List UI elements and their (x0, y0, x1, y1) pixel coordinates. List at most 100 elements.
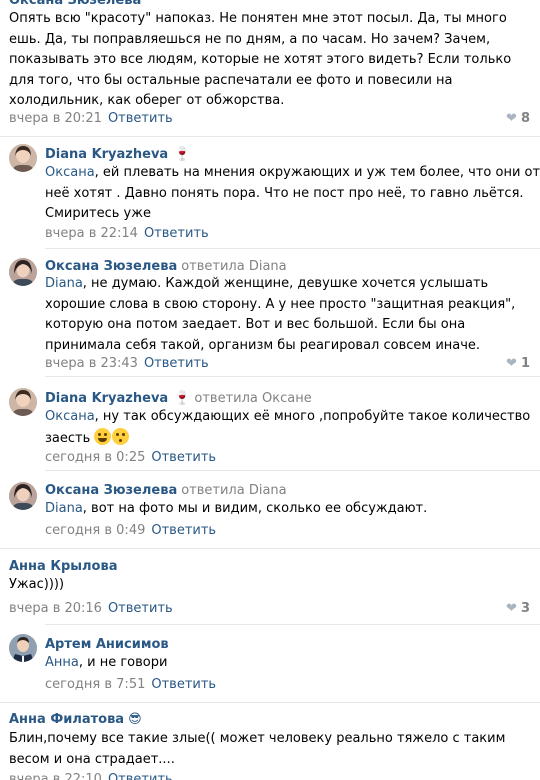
mention-link[interactable]: Оксана (45, 165, 95, 180)
separator (0, 702, 540, 703)
comment-author[interactable]: Diana Kryazheva 🍷 ответила Оксане (45, 391, 312, 406)
comment: Diana Kryazheva 🍷 ответила Оксане Оксана, … (0, 384, 540, 468)
like-button[interactable]: ❤ 8 (506, 111, 530, 126)
comment-line: заесть (45, 430, 91, 446)
separator (45, 248, 540, 249)
reply-button[interactable]: Ответить (151, 450, 216, 465)
comment: Оксана Зюзелева Опять всю "красоту" напо… (0, 0, 540, 130)
comment-line: неё хотят . Давно понять пора. Что не по… (45, 185, 524, 201)
comment-text: Diana, не думаю. Каждой женщине, девушке… (45, 274, 515, 356)
avatar[interactable] (9, 144, 37, 172)
comment-author[interactable]: Diana Kryazheva 🍷 (45, 147, 190, 162)
comment-meta: сегодня в 0:49 Ответить (45, 523, 216, 538)
author-name: Анна Филатова (9, 712, 125, 727)
mention-link[interactable]: Diana (45, 501, 83, 516)
like-count: 3 (520, 601, 530, 616)
comment-meta: вчера в 20:21 Ответить (9, 111, 173, 126)
comment-date[interactable]: вчера в 20:21 (9, 111, 102, 126)
comment-text: Оксана, ну так обсуждающих её много ,поп… (45, 407, 530, 449)
comment-meta: вчера в 22:14 Ответить (45, 226, 209, 241)
comment: Анна Крылова Ужас)))) вчера в 20:16 Ответ… (0, 556, 540, 624)
sunglasses-emoji-icon: 😎 (128, 712, 142, 727)
like-button[interactable]: ❤ 3 (506, 601, 530, 616)
comment-date[interactable]: сегодня в 7:51 (45, 677, 145, 692)
comment-line: , и не говори (78, 655, 168, 670)
reply-button[interactable]: Ответить (108, 772, 173, 780)
comment-author[interactable]: Артем Анисимов (45, 637, 169, 652)
heart-icon: ❤ (506, 111, 517, 126)
comment-line: Блин,почему все такие злые(( может челов… (9, 731, 506, 746)
comment-date[interactable]: вчера в 22:10 (9, 772, 102, 780)
comment-date[interactable]: вчера в 22:14 (45, 226, 138, 241)
replied-to: ответила Diana (181, 259, 287, 274)
comment-author[interactable]: Анна Крылова (9, 559, 117, 574)
comment-date[interactable]: сегодня в 0:49 (45, 523, 145, 538)
comment-meta: сегодня в 7:51 Ответить (45, 677, 216, 692)
replied-to: ответила Оксане (194, 391, 312, 406)
comment: Оксана Зюзелева ответила Diana Diana, не … (0, 256, 540, 376)
avatar[interactable] (9, 388, 37, 416)
like-count: 1 (520, 356, 530, 371)
separator (45, 376, 540, 377)
comment-line: которую она потом заедает. Вот и вес бол… (45, 317, 466, 332)
comment-meta: вчера в 20:16 Ответить (9, 601, 173, 616)
comment-line: ешь. Да, ты поправляешься не по дням, а … (9, 31, 491, 47)
author-name: Diana Kryazheva (45, 147, 169, 162)
comment: Оксана Зюзелева ответила Diana Diana, вот… (0, 476, 540, 540)
comment-line: Ужас)))) (9, 577, 65, 592)
comment-author[interactable]: Анна Филатова 😎 (9, 712, 142, 727)
comment-meta: вчера в 22:10 Ответить (9, 772, 173, 780)
comment-text: Ужас)))) (9, 575, 64, 596)
like-count: 8 (520, 111, 530, 126)
separator (0, 548, 540, 549)
author-name: Оксана Зюзелева (45, 259, 178, 274)
comment-text: Оксана, ей плевать на мнения окружающих … (45, 163, 540, 225)
comment-line: холодильник, как оберег от обжорства. (9, 93, 285, 108)
comment-text: Блин,почему все такие злые(( может челов… (9, 729, 505, 770)
comment-date[interactable]: сегодня в 0:25 (45, 450, 145, 465)
mention-link[interactable]: Оксана (45, 409, 95, 424)
reply-button[interactable]: Ответить (108, 111, 173, 126)
mention-link[interactable]: Анна (45, 655, 79, 670)
heart-icon: ❤ (506, 356, 517, 371)
comment-line: для того, что бы остальные распечатали е… (9, 72, 453, 88)
reply-button[interactable]: Ответить (151, 523, 216, 538)
comment-line: Опять всю "красоту" напоказ. Не понятен … (9, 11, 507, 26)
comment-author[interactable]: Оксана Зюзелева (9, 0, 141, 8)
mention-link[interactable]: Diana (45, 276, 83, 291)
separator (0, 136, 540, 137)
comment: Анна Филатова 😎 Блин,почему все такие злы… (0, 708, 540, 780)
wine-glass-icon: 🍷 (174, 147, 191, 162)
wine-glass-icon: 🍷 (174, 391, 191, 406)
comment-text: Diana, вот на фото мы и видим, сколько е… (45, 499, 427, 520)
comment-line: показывать это все людям, которые не хот… (9, 52, 512, 67)
comment-meta: вчера в 23:43 Ответить (45, 356, 209, 371)
comment-author[interactable]: Оксана Зюзелева ответила Diana (45, 483, 287, 498)
avatar[interactable] (9, 634, 37, 662)
comment: Артем Анисимов Анна, и не говори сегодня… (0, 630, 540, 700)
like-button[interactable]: ❤ 1 (506, 356, 530, 371)
comment-line: принимала себя такой, организм бы реагир… (45, 337, 481, 353)
separator (45, 470, 540, 471)
comment-text: Опять всю "красоту" напоказ. Не понятен … (9, 9, 511, 112)
comment-author[interactable]: Оксана Зюзелева ответила Diana (45, 259, 287, 274)
author-name: Оксана Зюзелева (45, 483, 178, 498)
reply-button[interactable]: Ответить (151, 677, 216, 692)
comment-line: весом и она страдает.... (9, 751, 175, 767)
avatar[interactable] (9, 482, 37, 510)
comment-line: , не думаю. Каждой женщине, девушке хоче… (82, 276, 489, 291)
comment-date[interactable]: вчера в 20:16 (9, 601, 102, 616)
comment-meta: сегодня в 0:25 Ответить (45, 450, 216, 465)
separator (45, 624, 540, 625)
comment: Diana Kryazheva 🍷 Оксана, ей плевать на м… (0, 140, 540, 245)
comment-line: Смиритесь уже (45, 206, 151, 221)
comment-date[interactable]: вчера в 23:43 (45, 356, 138, 371)
comment-line: , вот на фото мы и видим, сколько ее обс… (82, 501, 428, 516)
avatar[interactable] (9, 258, 37, 286)
comment-line: , ей плевать на мнения окружающих и уж т… (94, 165, 540, 180)
reply-button[interactable]: Ответить (144, 356, 209, 371)
comment-line: , ну так обсуждающих её много ,попробуйт… (94, 409, 531, 424)
reply-button[interactable]: Ответить (144, 226, 209, 241)
comment-text: Анна, и не говори (45, 653, 167, 674)
reply-button[interactable]: Ответить (108, 601, 173, 616)
